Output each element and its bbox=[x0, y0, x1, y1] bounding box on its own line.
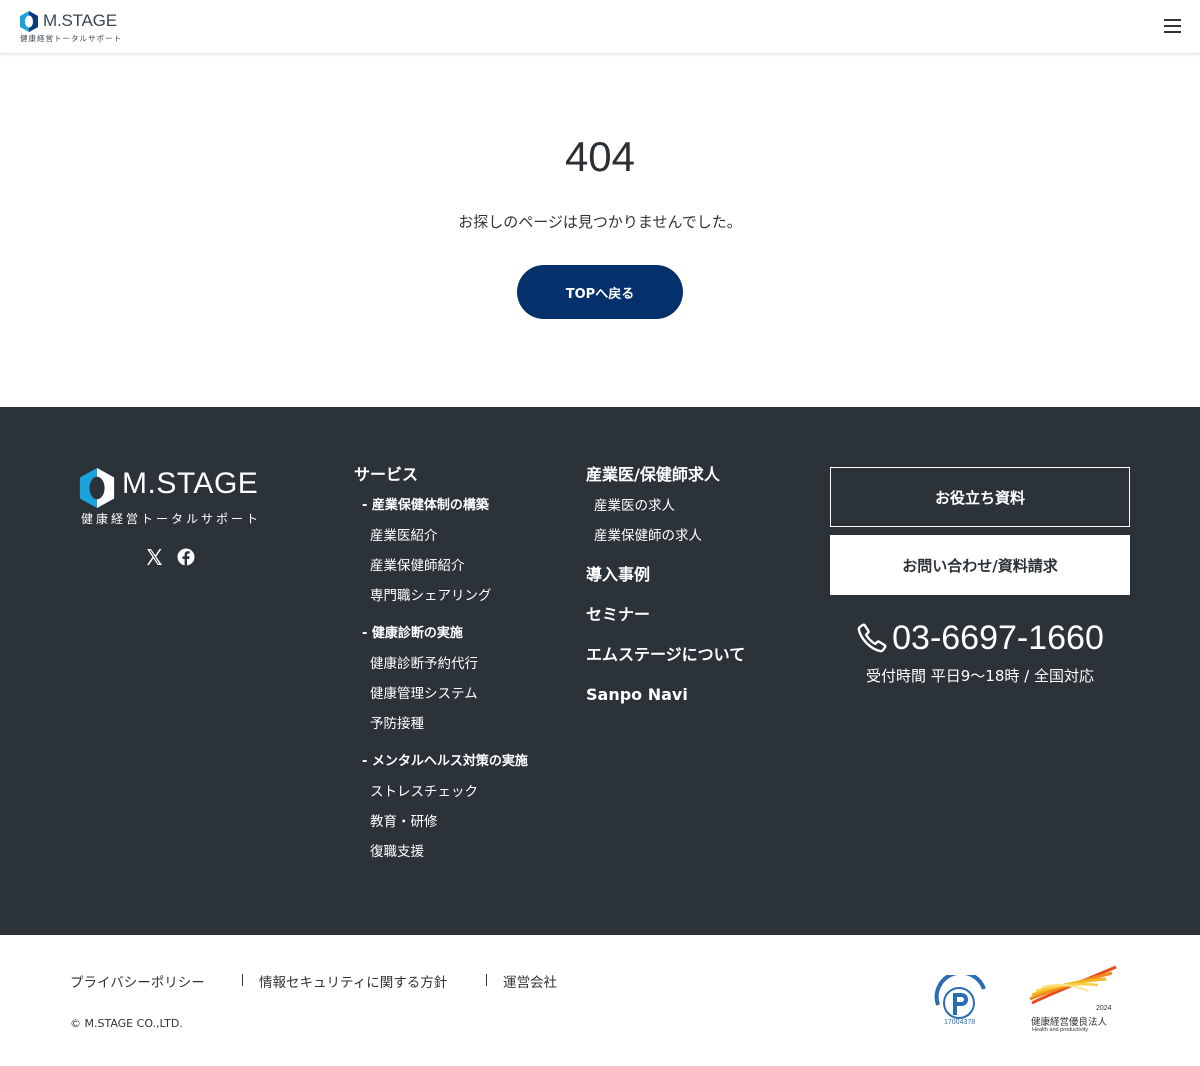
footer-logo[interactable]: M.STAGE 健康経営トータルサポート bbox=[78, 467, 268, 527]
back-to-top-button[interactable]: TOPへ戻る bbox=[517, 265, 683, 319]
logo-mark-icon bbox=[79, 468, 115, 508]
company-link[interactable]: 運営会社 bbox=[503, 971, 557, 991]
service-link[interactable]: 予防接種 bbox=[370, 715, 424, 733]
award-flame-icon bbox=[1029, 965, 1117, 1005]
phone-row[interactable]: 03-6697-1660 bbox=[830, 617, 1130, 659]
logo-brand: M.STAGE bbox=[43, 11, 117, 30]
logo-tagline: 健康経営トータルサポート bbox=[20, 34, 122, 43]
site-header: M.STAGE 健康経営トータルサポート bbox=[0, 0, 1200, 53]
footer-logo-brand: M.STAGE bbox=[122, 467, 259, 500]
service-link[interactable]: 健康診断予約代行 bbox=[370, 655, 478, 673]
useful-documents-button[interactable]: お役立ち資料 bbox=[830, 467, 1130, 527]
phone-icon bbox=[857, 623, 887, 653]
service-link[interactable]: 教育・研修 bbox=[370, 813, 438, 831]
footer-logo-tagline: 健康経営トータルサポート bbox=[81, 512, 262, 526]
service-group-title[interactable]: - 健康診断の実施 bbox=[362, 625, 463, 643]
service-link[interactable]: 復職支援 bbox=[370, 843, 424, 861]
main-content: 404 お探しのページは見つかりませんでした。 TOPへ戻る bbox=[0, 53, 1200, 407]
hamburger-icon[interactable] bbox=[1163, 17, 1183, 35]
phone-number[interactable]: 03-6697-1660 bbox=[892, 619, 1104, 658]
service-link[interactable]: ストレスチェック bbox=[370, 783, 478, 801]
service-link[interactable]: 産業保健師紹介 bbox=[370, 557, 465, 575]
award-title: 健康経営優良法人 bbox=[1031, 1017, 1108, 1028]
link-divider bbox=[242, 974, 243, 986]
facebook-icon[interactable] bbox=[176, 547, 196, 567]
business-hours: 受付時間 平日9〜18時 / 全国対応 bbox=[866, 667, 1094, 685]
services-heading[interactable]: サービス bbox=[354, 465, 418, 485]
recruit-heading[interactable]: 産業医/保健師求人 bbox=[586, 465, 720, 485]
footer-link-about[interactable]: エムステージについて bbox=[586, 645, 745, 665]
x-icon[interactable] bbox=[144, 547, 164, 567]
service-group-title[interactable]: - メンタルヘルス対策の実施 bbox=[362, 753, 528, 771]
privacy-policy-link[interactable]: プライバシーポリシー bbox=[70, 971, 205, 991]
recruit-link[interactable]: 産業保健師の求人 bbox=[594, 527, 702, 545]
bottom-bar: プライバシーポリシー 情報セキュリティに関する方針 運営会社 © M.STAGE… bbox=[0, 935, 1200, 1066]
link-divider bbox=[486, 974, 487, 986]
service-link[interactable]: 産業医紹介 bbox=[370, 527, 438, 545]
privacy-mark-icon bbox=[934, 975, 986, 1019]
award-year: 2024 bbox=[1096, 1005, 1112, 1012]
recruit-link[interactable]: 産業医の求人 bbox=[594, 497, 675, 515]
service-group-title[interactable]: - 産業保健体制の構築 bbox=[362, 497, 489, 515]
award-subtitle: Health and productivity bbox=[1032, 1027, 1088, 1033]
site-logo[interactable]: M.STAGE 健康経営トータルサポート bbox=[19, 11, 129, 43]
error-message: お探しのページは見つかりませんでした。 bbox=[458, 213, 742, 231]
footer-link-seminar[interactable]: セミナー bbox=[586, 605, 650, 625]
health-management-award[interactable]: 2024 健康経営優良法人 Health and productivity bbox=[1028, 965, 1120, 1035]
privacy-mark-badge[interactable]: 17004378 bbox=[930, 975, 988, 1031]
security-policy-link[interactable]: 情報セキュリティに関する方針 bbox=[259, 971, 447, 991]
service-link[interactable]: 専門職シェアリング bbox=[370, 587, 492, 605]
copyright: © M.STAGE CO.,LTD. bbox=[70, 1017, 183, 1030]
service-link[interactable]: 健康管理システム bbox=[370, 685, 478, 703]
site-footer: M.STAGE 健康経営トータルサポート サービス - 産業保健体制の構築 産業… bbox=[0, 407, 1200, 935]
footer-link-sanpo-navi[interactable]: Sanpo Navi bbox=[586, 685, 688, 705]
privacy-mark-number: 17004378 bbox=[944, 1019, 976, 1026]
contact-button[interactable]: お問い合わせ/資料請求 bbox=[830, 535, 1130, 595]
error-code: 404 bbox=[564, 133, 636, 180]
footer-link-cases[interactable]: 導入事例 bbox=[586, 565, 650, 585]
logo-mark-icon bbox=[20, 11, 38, 32]
